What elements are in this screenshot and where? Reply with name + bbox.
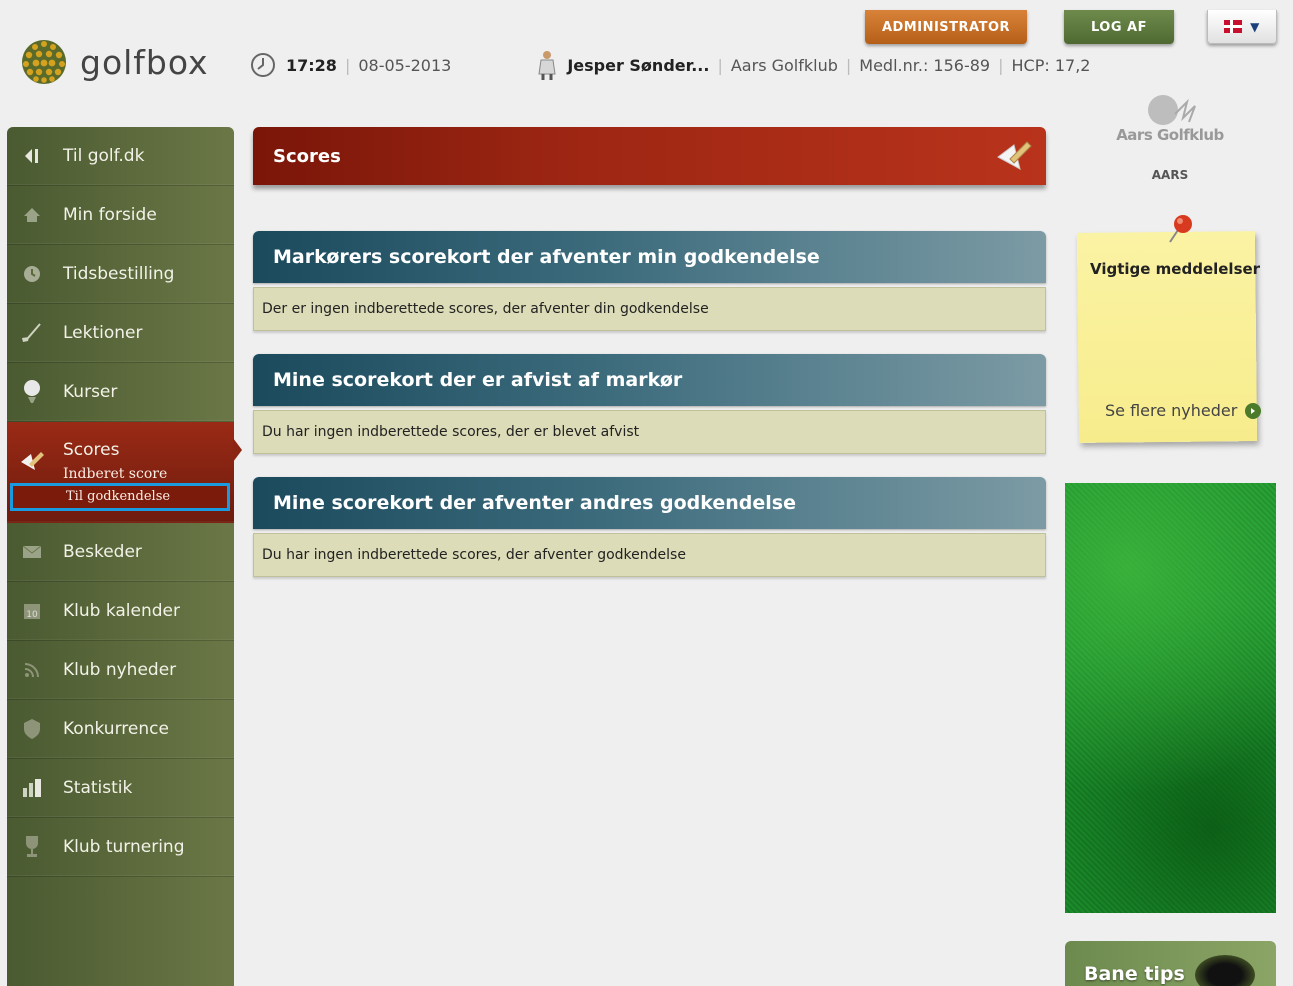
- more-news-label: Se flere nyheder: [1105, 401, 1238, 420]
- sidebar-item-min-forside[interactable]: Min forside: [7, 186, 234, 245]
- golf-club-icon: [19, 321, 45, 345]
- club-logo-text: Aars Golfklub: [1116, 126, 1224, 144]
- header: golfbox 17:28 | 08-05-2013 Jesper Sønder…: [0, 0, 1293, 110]
- section-heading-awaiting-my-approval: Markørers scorekort der afventer min god…: [253, 231, 1046, 283]
- section-heading-rejected-by-marker: Mine scorekort der er afvist af markør: [253, 354, 1046, 406]
- golf-ball-tee-icon: [19, 380, 45, 404]
- calendar-icon: 10: [19, 599, 45, 623]
- submenu-til-godkendelse[interactable]: Til godkendelse: [66, 489, 170, 504]
- danish-flag-icon: [1224, 20, 1243, 33]
- logout-button[interactable]: LOG AF: [1064, 10, 1174, 44]
- sidebar-item-tidsbestilling[interactable]: Tidsbestilling: [7, 245, 234, 304]
- section-heading-awaiting-others-approval: Mine scorekort der afventer andres godke…: [253, 477, 1046, 529]
- page-title: Scores: [273, 145, 341, 167]
- language-selector[interactable]: ▼: [1207, 10, 1277, 44]
- golfbox-logo[interactable]: golfbox: [20, 38, 209, 86]
- sidebar-item-statistik[interactable]: Statistik: [7, 759, 234, 818]
- sidebar-item-beskeder[interactable]: Beskeder: [7, 523, 234, 582]
- pencil-scorecard-icon: [19, 450, 45, 474]
- current-date: 08-05-2013: [358, 55, 452, 75]
- sidebar-item-konkurrence[interactable]: Konkurrence: [7, 700, 234, 759]
- clock-icon: [19, 262, 45, 286]
- arrow-right-circle-icon: [1245, 402, 1262, 419]
- page-title-bar: Scores: [253, 127, 1046, 185]
- club-name: Aars Golfklub: [730, 55, 838, 75]
- sidebar-item-scores[interactable]: Scores Indberet score Til godkendelse: [7, 422, 242, 523]
- section-heading-text: Mine scorekort der er afvist af markør: [273, 369, 683, 391]
- sidebar-item-label: Klub kalender: [63, 601, 180, 621]
- envelope-icon: [19, 540, 45, 564]
- course-tips-label: Bane tips: [1084, 963, 1185, 985]
- sidebar-item-klub-kalender[interactable]: 10 Klub kalender: [7, 582, 234, 641]
- shield-icon: [19, 717, 45, 741]
- important-notices-title: Vigtige meddelelser: [1090, 260, 1261, 278]
- sidebar-item-label: Konkurrence: [63, 719, 169, 739]
- header-info: 17:28 | 08-05-2013 Jesper Sønder... | Aa…: [250, 50, 1090, 80]
- grass-banner-image[interactable]: [1065, 483, 1276, 913]
- sidebar-item-kurser[interactable]: Kurser: [7, 363, 234, 422]
- section-message-rejected-by-marker: Du har ingen indberettede scores, der er…: [253, 410, 1046, 454]
- separator: |: [717, 55, 723, 75]
- administrator-button[interactable]: ADMINISTRATOR: [865, 10, 1027, 44]
- more-news-link[interactable]: Se flere nyheder: [1105, 401, 1262, 420]
- section-message-text: Der er ingen indberettede scores, der af…: [262, 301, 709, 317]
- current-time: 17:28: [286, 55, 337, 75]
- sidebar-item-label: Tidsbestilling: [63, 264, 175, 284]
- pencil-scorecard-icon: [997, 141, 1032, 170]
- sidebar-nav: Til golf.dk Min forside Tidsbestilling L…: [7, 127, 242, 986]
- sidebar-item-klub-nyheder[interactable]: Klub nyheder: [7, 641, 234, 700]
- sidebar-item-klub-turnering[interactable]: Klub turnering: [7, 818, 234, 877]
- sidebar-item-label: Klub nyheder: [63, 660, 177, 680]
- separator: |: [845, 55, 852, 75]
- submenu-indberet-score[interactable]: Indberet score: [63, 466, 167, 482]
- course-tips-banner[interactable]: Bane tips: [1065, 941, 1276, 986]
- club-caption: AARS: [1151, 168, 1189, 182]
- separator: |: [998, 55, 1004, 75]
- member-number: Medl.nr.: 156-89: [859, 55, 991, 75]
- sidebar-item-label: Statistik: [63, 778, 133, 798]
- submenu-til-godkendelse-highlight[interactable]: Til godkendelse: [10, 483, 230, 511]
- user-name[interactable]: Jesper Sønder...: [567, 56, 709, 75]
- sidebar-item-label: Kurser: [63, 382, 118, 402]
- sidebar-item-label: Lektioner: [63, 323, 143, 343]
- sidebar-item-label: Til golf.dk: [63, 146, 145, 166]
- clock-icon: [251, 53, 275, 77]
- rss-icon: [19, 658, 45, 682]
- section-heading-text: Markørers scorekort der afventer min god…: [273, 246, 820, 268]
- sidebar-item-lektioner[interactable]: Lektioner: [7, 304, 234, 363]
- handicap: HCP: 17,2: [1011, 55, 1091, 75]
- section-message-text: Du har ingen indberettede scores, der af…: [262, 547, 686, 563]
- golf-hole-image: [1195, 955, 1255, 986]
- sidebar-item-til-golf-dk[interactable]: Til golf.dk: [7, 127, 234, 186]
- sidebar-item-label: Min forside: [63, 205, 157, 225]
- bar-chart-icon: [19, 776, 45, 800]
- sidebar-item-label: Scores: [63, 440, 120, 460]
- section-message-awaiting-my-approval: Der er ingen indberettede scores, der af…: [253, 287, 1046, 331]
- sidebar-item-label: Klub turnering: [63, 837, 185, 857]
- golfer-avatar-icon: [538, 51, 556, 80]
- section-message-text: Du har ingen indberettede scores, der er…: [262, 424, 640, 440]
- home-icon: [19, 203, 45, 227]
- section-message-awaiting-others-approval: Du har ingen indberettede scores, der af…: [253, 533, 1046, 577]
- trophy-icon: [19, 835, 45, 859]
- svg-text:10: 10: [26, 610, 38, 620]
- sidebar-item-label: Beskeder: [63, 542, 142, 562]
- push-pin-icon: [1169, 215, 1192, 243]
- golfbox-logo-icon: [22, 40, 66, 84]
- back-arrow-icon: [19, 144, 45, 168]
- section-heading-text: Mine scorekort der afventer andres godke…: [273, 492, 797, 514]
- separator: |: [344, 55, 351, 75]
- chevron-down-icon: ▼: [1250, 19, 1260, 34]
- logo-text: golfbox: [80, 42, 209, 82]
